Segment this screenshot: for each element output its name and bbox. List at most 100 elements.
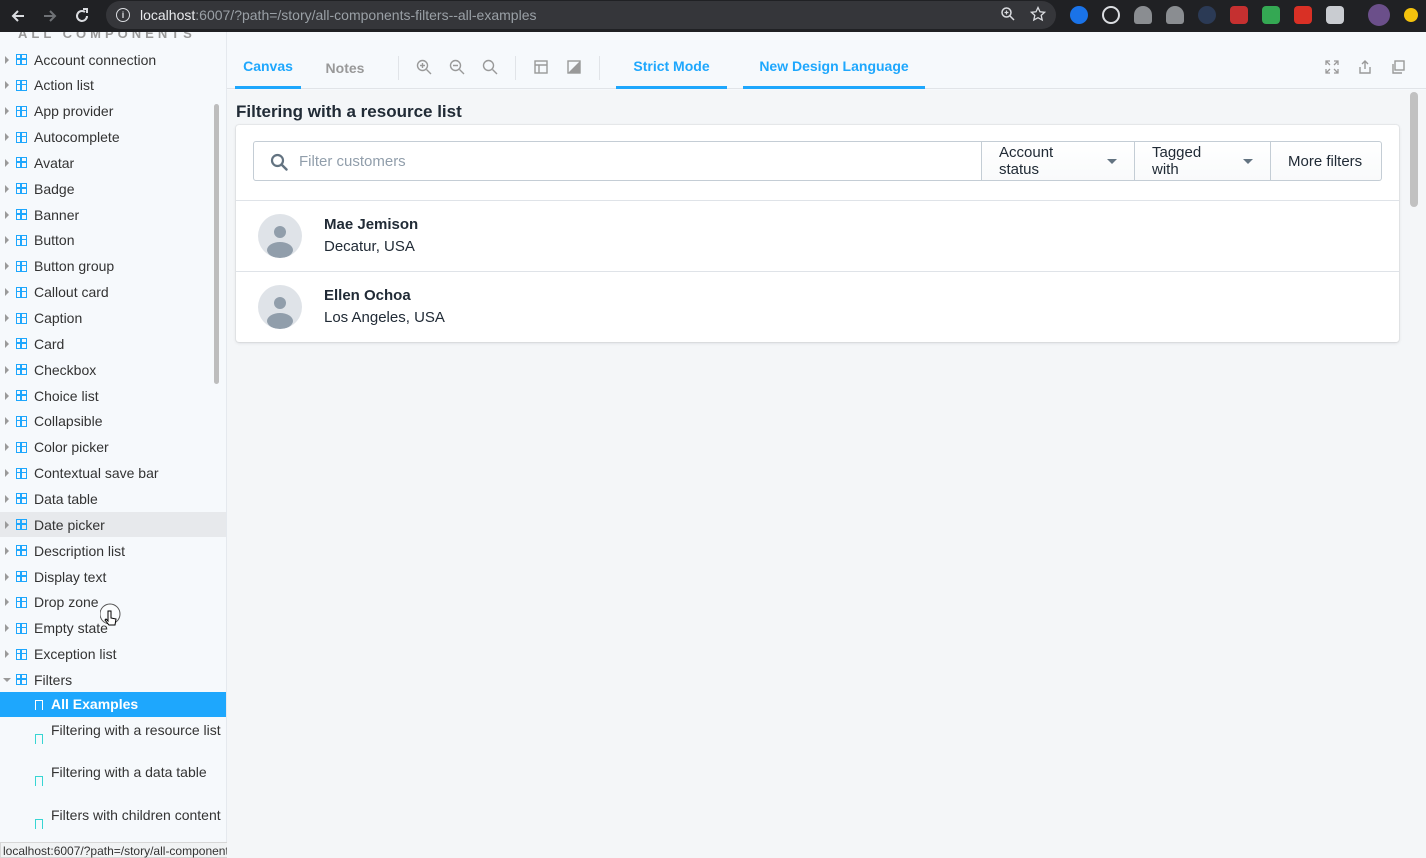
- address-bar[interactable]: i localhost:6007/?path=/story/all-compon…: [106, 1, 1056, 29]
- canvas-scrollbar[interactable]: [1410, 92, 1418, 207]
- caret-down-icon: [3, 677, 11, 682]
- bookmark-star-icon[interactable]: [1030, 6, 1046, 22]
- sidebar-item[interactable]: Choice list: [0, 383, 226, 408]
- sidebar-item-label: Callout card: [34, 284, 109, 301]
- component-icon: [16, 364, 27, 376]
- component-icon: [16, 209, 27, 221]
- caret-right-icon: [5, 158, 9, 167]
- search-input[interactable]: [299, 152, 949, 170]
- sidebar-item[interactable]: App provider: [0, 99, 226, 124]
- sidebar-item[interactable]: Collapsible: [0, 409, 226, 434]
- grid-icon[interactable]: [533, 59, 549, 75]
- customer-row[interactable]: Mae Jemison Decatur, USA: [236, 200, 1399, 271]
- zoom-in-icon[interactable]: [416, 59, 432, 75]
- sidebar-item[interactable]: Contextual save bar: [0, 461, 226, 486]
- sidebar-item[interactable]: Banner: [0, 202, 226, 227]
- account-status-filter-button[interactable]: Account status: [982, 141, 1135, 181]
- forward-icon[interactable]: [34, 0, 66, 32]
- reload-icon[interactable]: [66, 0, 98, 32]
- sidebar-item[interactable]: Callout card: [0, 280, 226, 305]
- background-icon[interactable]: [566, 59, 582, 75]
- fullscreen-icon[interactable]: [1324, 59, 1340, 75]
- component-icon: [16, 519, 27, 531]
- extension-icon[interactable]: [1198, 6, 1216, 24]
- sidebar-item[interactable]: Display text: [0, 564, 226, 589]
- sidebar-story[interactable]: Filters with children content: [0, 803, 226, 845]
- extension-icon[interactable]: [1166, 6, 1184, 24]
- extension-icon[interactable]: [1294, 6, 1312, 24]
- sidebar-item[interactable]: Caption: [0, 306, 226, 331]
- sidebar-item-label: Exception list: [34, 646, 117, 663]
- caret-right-icon: [5, 339, 9, 348]
- sidebar-item[interactable]: Badge: [0, 176, 226, 201]
- sidebar-item[interactable]: Color picker: [0, 435, 226, 460]
- sidebar-item[interactable]: Date picker: [0, 512, 226, 538]
- component-icon: [16, 105, 27, 117]
- copy-link-icon[interactable]: [1390, 59, 1406, 75]
- extension-icon[interactable]: [1070, 6, 1088, 24]
- tab-notes[interactable]: Notes: [317, 46, 373, 89]
- customer-row[interactable]: Ellen Ochoa Los Angeles, USA: [236, 271, 1399, 342]
- sidebar-item[interactable]: Account connection: [0, 47, 226, 72]
- sidebar-item-label: Caption: [34, 310, 83, 326]
- component-icon: [16, 260, 27, 272]
- sidebar-story-label: Filtering with a data table: [51, 764, 207, 780]
- sidebar-story[interactable]: Filtering with a resource list: [0, 718, 226, 760]
- component-icon: [16, 467, 27, 479]
- extension-icon[interactable]: [1262, 6, 1280, 24]
- caret-right-icon: [5, 572, 9, 581]
- sidebar-item[interactable]: Button group: [0, 254, 226, 279]
- person-icon: [267, 226, 293, 258]
- info-icon[interactable]: i: [116, 8, 130, 22]
- sidebar-story-label: All Examples: [51, 696, 139, 712]
- extension-icon[interactable]: [1326, 6, 1344, 24]
- search-field[interactable]: [253, 141, 982, 181]
- avatar[interactable]: [1368, 4, 1390, 26]
- zoom-reset-icon[interactable]: [482, 59, 498, 75]
- tagged-with-filter-button[interactable]: Tagged with: [1135, 141, 1271, 181]
- sidebar-item[interactable]: Data table: [0, 486, 226, 511]
- back-icon[interactable]: [2, 0, 34, 32]
- sidebar-item[interactable]: Button: [0, 228, 226, 253]
- sidebar-item[interactable]: Autocomplete: [0, 125, 226, 150]
- update-icon[interactable]: [1404, 8, 1418, 22]
- sidebar-item[interactable]: Exception list: [0, 642, 226, 667]
- sidebar-item-label: Display text: [34, 568, 107, 585]
- person-icon: [267, 297, 293, 329]
- sidebar-story[interactable]: Filtering with a data table: [0, 760, 226, 802]
- extension-icon[interactable]: [1102, 6, 1120, 24]
- sidebar-item[interactable]: Filters: [0, 667, 226, 692]
- sidebar-item-label: Autocomplete: [34, 129, 120, 146]
- more-filters-button[interactable]: More filters: [1271, 141, 1382, 181]
- sidebar-item-label: Button group: [34, 258, 115, 275]
- component-icon: [16, 312, 27, 324]
- sidebar-item[interactable]: Action list: [0, 73, 226, 98]
- zoom-icon[interactable]: [1000, 6, 1016, 22]
- zoom-out-icon[interactable]: [449, 59, 465, 75]
- share-icon[interactable]: [1357, 59, 1373, 75]
- component-icon: [16, 183, 27, 195]
- caret-right-icon: [5, 443, 9, 452]
- sidebar-story-label: Filtering with a resource list: [51, 722, 221, 738]
- tab-new-design-language[interactable]: New Design Language: [743, 46, 925, 89]
- search-icon: [270, 153, 288, 171]
- sidebar-scrollbar[interactable]: [214, 104, 219, 384]
- sidebar-item[interactable]: Checkbox: [0, 357, 226, 382]
- sidebar-item[interactable]: Avatar: [0, 150, 226, 175]
- bookmark-icon: [35, 700, 43, 710]
- story-canvas: Filtering with a resource list Account s…: [227, 90, 1426, 858]
- sidebar-item[interactable]: Card: [0, 331, 226, 356]
- sidebar-story[interactable]: All Examples: [0, 692, 226, 717]
- component-icon: [16, 622, 27, 634]
- sidebar-item-label: Choice list: [34, 387, 99, 404]
- component-icon: [16, 54, 27, 65]
- extension-icon[interactable]: [1230, 6, 1248, 24]
- tab-strict-mode[interactable]: Strict Mode: [616, 46, 727, 89]
- extension-icon[interactable]: [1134, 6, 1152, 24]
- sidebar-item[interactable]: Description list: [0, 538, 226, 563]
- tab-canvas[interactable]: Canvas: [235, 46, 301, 89]
- sidebar-item-label: Data table: [34, 490, 98, 507]
- component-icon: [16, 545, 27, 557]
- caret-right-icon: [5, 494, 9, 503]
- caret-right-icon: [5, 184, 9, 193]
